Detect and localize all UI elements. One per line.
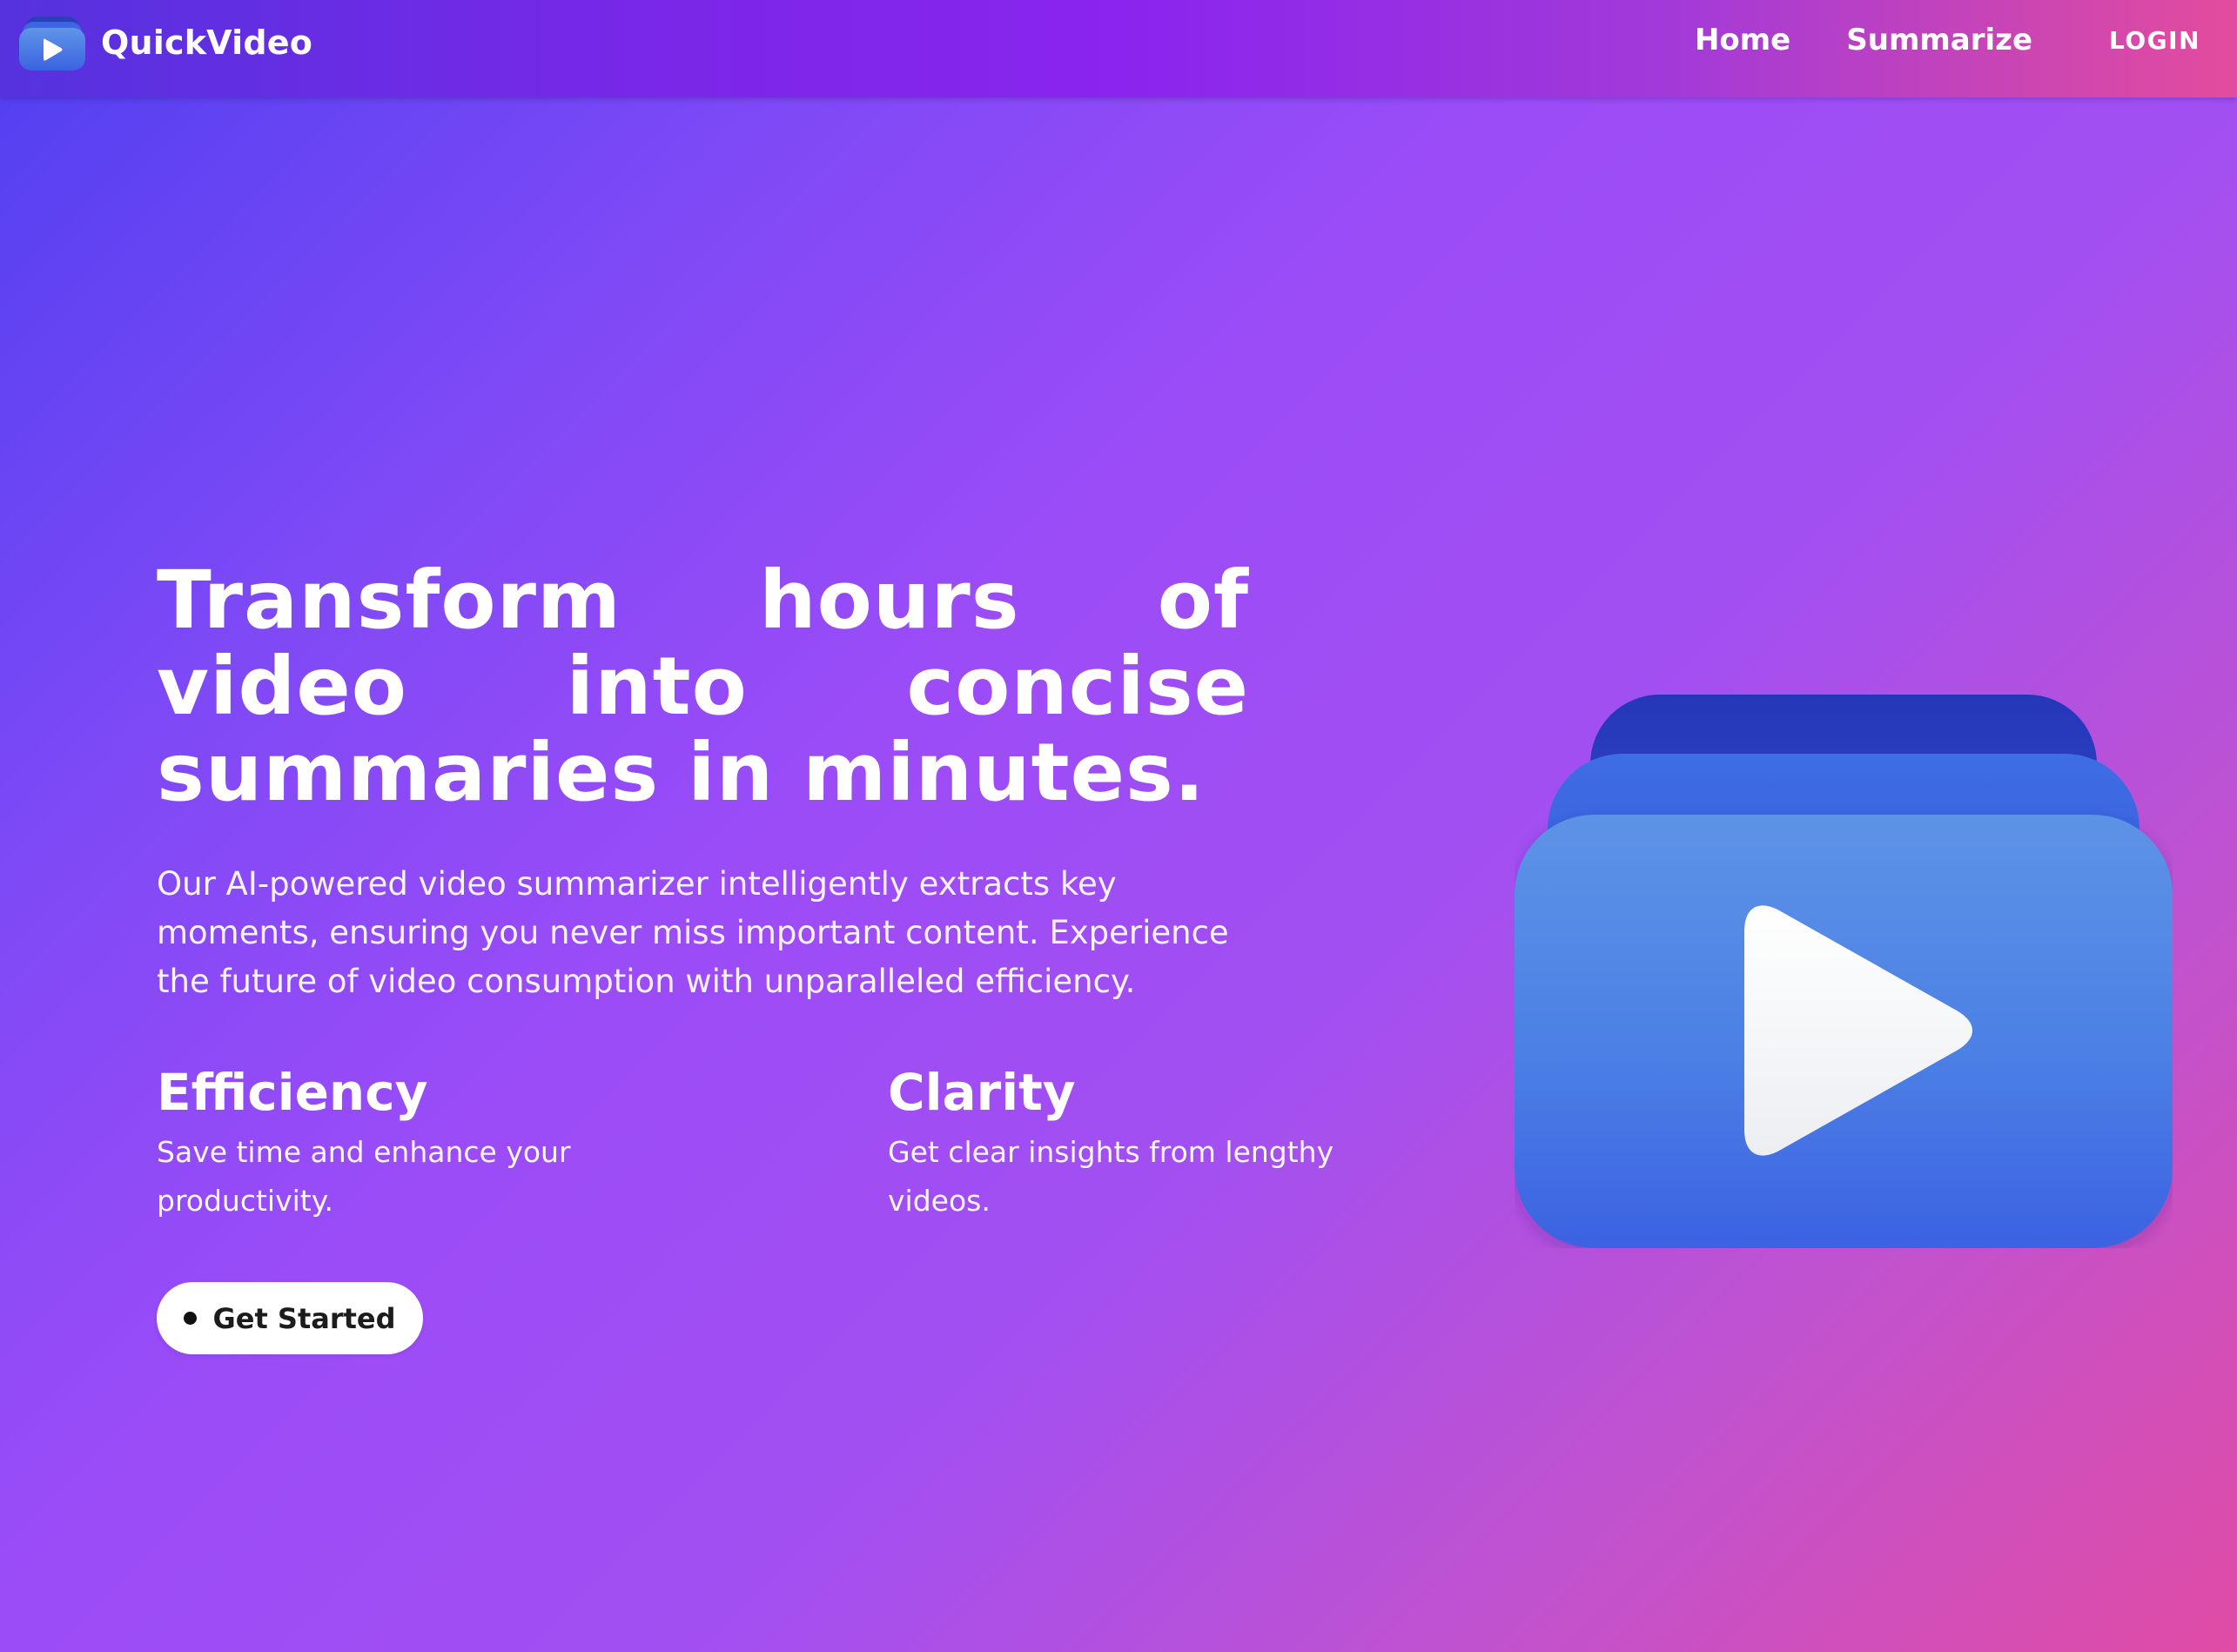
- nav-links: Home Summarize LOGIN: [1639, 16, 2200, 64]
- feature-text: Save time and enhance your productivity.: [157, 1135, 571, 1218]
- video-stack-play-icon: [19, 17, 85, 71]
- feature-title: Efficiency: [157, 1063, 428, 1122]
- navbar: QuickVideo Home Summarize LOGIN: [0, 0, 2237, 97]
- nav-link-home[interactable]: Home: [1695, 23, 1790, 57]
- get-started-label: Get Started: [212, 1301, 396, 1335]
- hero-title: Transform hours of video into concise su…: [157, 554, 1249, 819]
- get-started-button[interactable]: Get Started: [157, 1282, 423, 1354]
- video-stack-play-icon: [1515, 695, 2173, 1248]
- feature-text: Get clear insights from lengthy videos.: [888, 1135, 1334, 1218]
- nav-link-summarize[interactable]: Summarize: [1846, 23, 2032, 57]
- hero-description: Our AI-powered video summarizer intellig…: [157, 865, 1229, 1000]
- brand-name: QuickVideo: [101, 24, 313, 62]
- feature-clarity: Clarity Get clear insights from lengthy …: [888, 1060, 1340, 1226]
- dot-icon: [184, 1312, 198, 1325]
- feature-title: Clarity: [888, 1063, 1076, 1122]
- brand[interactable]: QuickVideo: [19, 14, 312, 71]
- feature-efficiency: Efficiency Save time and enhance your pr…: [157, 1060, 609, 1226]
- login-button[interactable]: LOGIN: [2109, 26, 2200, 55]
